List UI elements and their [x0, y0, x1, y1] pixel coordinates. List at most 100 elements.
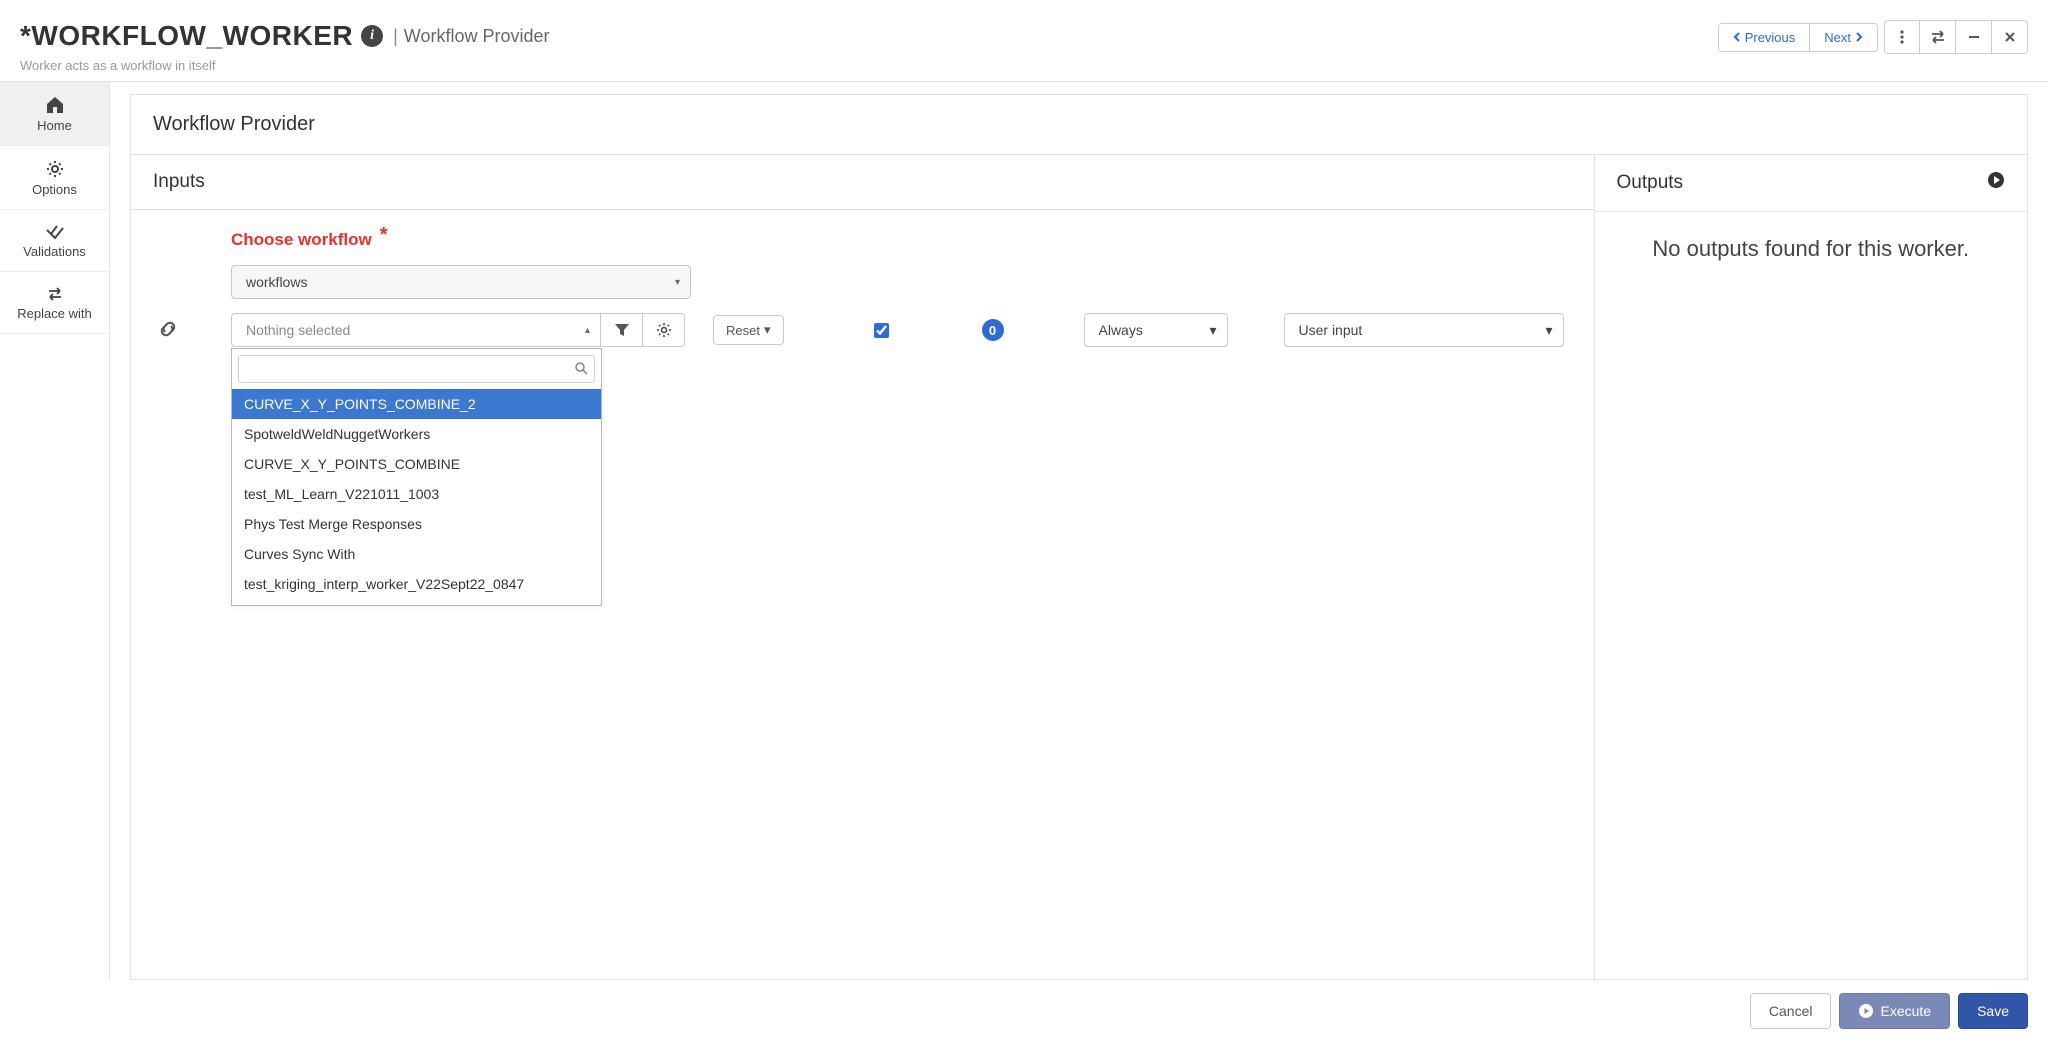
sidetab-label: Validations [23, 244, 86, 259]
title-text: WORKFLOW_WORKER [31, 20, 353, 51]
dropdown-list[interactable]: CURVE_X_Y_POINTS_COMBINE_2 SpotweldWeldN… [232, 389, 601, 605]
inputs-column: Inputs Choose workflow * workfl [131, 155, 1595, 979]
dropdown-item[interactable]: CURVE_X_Y_POINTS_COMBINE_2 [232, 389, 601, 419]
chevron-right-icon [1855, 32, 1863, 42]
info-icon[interactable]: i [361, 25, 383, 47]
sidetab-options[interactable]: Options [0, 146, 109, 210]
dropdown-search-input[interactable] [239, 356, 594, 382]
chevron-down-icon [764, 322, 771, 338]
swap-button[interactable] [1920, 20, 1956, 54]
sidetab-replace[interactable]: Replace with [0, 272, 109, 334]
play-circle-icon [1858, 1003, 1874, 1019]
dropdown-item[interactable]: CURVE_X_Y_POINTS_COMBINE [232, 449, 601, 479]
next-button[interactable]: Next [1809, 24, 1877, 51]
field-label-text: Choose workflow [231, 230, 372, 250]
page-description: Worker acts as a workflow in itself [20, 58, 550, 73]
home-icon [45, 96, 65, 114]
split: Inputs Choose workflow * workfl [130, 155, 2028, 980]
swap-icon [46, 286, 64, 302]
close-icon [2003, 30, 2017, 44]
filter-button[interactable] [601, 313, 643, 347]
footer: Cancel Execute Save [0, 980, 2048, 1042]
play-icon[interactable] [1987, 171, 2005, 195]
dropdown-item[interactable]: test_kriging_interp_worker_V22Sept22_084… [232, 569, 601, 599]
dropdown-item[interactable]: SpotweldWeldNuggetWorkers [232, 419, 601, 449]
execute-label: Execute [1880, 1003, 1931, 1019]
settings-button[interactable] [643, 313, 685, 347]
sidetab-label: Replace with [17, 306, 91, 321]
dropdown-item[interactable]: Curves Sync With [232, 539, 601, 569]
swap-icon [1929, 29, 1947, 45]
page-subtitle: Workflow Provider [404, 26, 550, 47]
filter-icon [614, 323, 630, 337]
when-select-value: Always [1099, 322, 1143, 338]
title-prefix: * [20, 20, 31, 51]
field-label: Choose workflow * [231, 228, 1564, 251]
previous-button[interactable]: Previous [1719, 24, 1810, 51]
minimize-button[interactable] [1956, 20, 1992, 54]
panel-title: Workflow Provider [130, 94, 2028, 155]
execute-button[interactable]: Execute [1839, 993, 1950, 1029]
title-separator: | [393, 26, 398, 47]
enable-checkbox[interactable] [874, 323, 889, 338]
workflow-combo-value: Nothing selected [246, 322, 350, 338]
dropdown-item[interactable]: Phys Test Merge Responses [232, 509, 601, 539]
dropdown-search-wrap [232, 349, 601, 389]
title-row: *WORKFLOW_WORKER i | Workflow Provider [20, 20, 550, 52]
inputs-header: Inputs [131, 155, 1594, 210]
form-row: Nothing selected [231, 313, 1564, 347]
cancel-label: Cancel [1769, 1003, 1813, 1019]
dropdown-item[interactable]: DATASET_ADD_COLUMN_BY_REGEX [232, 599, 601, 605]
page-title: *WORKFLOW_WORKER [20, 20, 353, 52]
pager: Previous Next [1718, 23, 1878, 52]
cancel-button[interactable]: Cancel [1750, 993, 1832, 1029]
minimize-icon [1967, 30, 1981, 44]
save-label: Save [1977, 1003, 2009, 1019]
inputs-header-label: Inputs [153, 171, 205, 193]
window-icon-group [1884, 20, 2028, 54]
next-label: Next [1824, 30, 1851, 45]
double-check-icon [45, 224, 65, 240]
reset-button[interactable]: Reset [713, 315, 784, 345]
topbar: *WORKFLOW_WORKER i | Workflow Provider W… [0, 0, 2048, 82]
scope-select[interactable]: User input [1284, 313, 1564, 347]
sidetab-label: Options [32, 182, 77, 197]
gear-icon [46, 160, 64, 178]
chevron-down-icon [675, 277, 680, 288]
sidetabs: Home Options Validations Replace with [0, 82, 110, 980]
previous-label: Previous [1745, 30, 1796, 45]
source-select[interactable]: workflows [231, 265, 691, 299]
sidetab-validations[interactable]: Validations [0, 210, 109, 272]
workflow-combo[interactable]: Nothing selected [231, 313, 601, 347]
inputs-form: Choose workflow * workflows [131, 210, 1594, 365]
gear-icon [656, 322, 672, 338]
scope-select-value: User input [1299, 322, 1363, 338]
close-button[interactable] [1992, 20, 2028, 54]
search-icon [574, 361, 588, 378]
outputs-header: Outputs [1595, 155, 2028, 212]
chain-icon [157, 318, 179, 340]
link-icon[interactable] [157, 318, 179, 343]
source-select-value: workflows [246, 274, 307, 290]
outputs-empty-text: No outputs found for this worker. [1595, 212, 2028, 286]
chevron-up-icon [585, 325, 590, 336]
save-button[interactable]: Save [1958, 993, 2028, 1029]
required-icon: * [380, 224, 388, 247]
main: Workflow Provider Inputs Choose workflow… [110, 82, 2048, 980]
more-vertical-icon [1895, 29, 1909, 45]
more-button[interactable] [1884, 20, 1920, 54]
dropdown-item[interactable]: test_ML_Learn_V221011_1003 [232, 479, 601, 509]
body: Home Options Validations Replace with Wo… [0, 82, 2048, 980]
chevron-down-icon [1209, 322, 1216, 339]
when-select[interactable]: Always [1084, 313, 1228, 347]
chevron-down-icon [1545, 322, 1552, 339]
workflow-combo-wrap: Nothing selected [231, 313, 685, 347]
dropdown-search-inner [238, 355, 595, 383]
count-badge[interactable]: 0 [982, 319, 1004, 341]
sidetab-label: Home [37, 118, 72, 133]
sidetab-home[interactable]: Home [0, 82, 109, 146]
workflow-dropdown: CURVE_X_Y_POINTS_COMBINE_2 SpotweldWeldN… [231, 348, 602, 606]
topbar-actions: Previous Next [1718, 20, 2028, 54]
outputs-header-label: Outputs [1617, 172, 1684, 194]
reset-label: Reset [726, 323, 760, 338]
